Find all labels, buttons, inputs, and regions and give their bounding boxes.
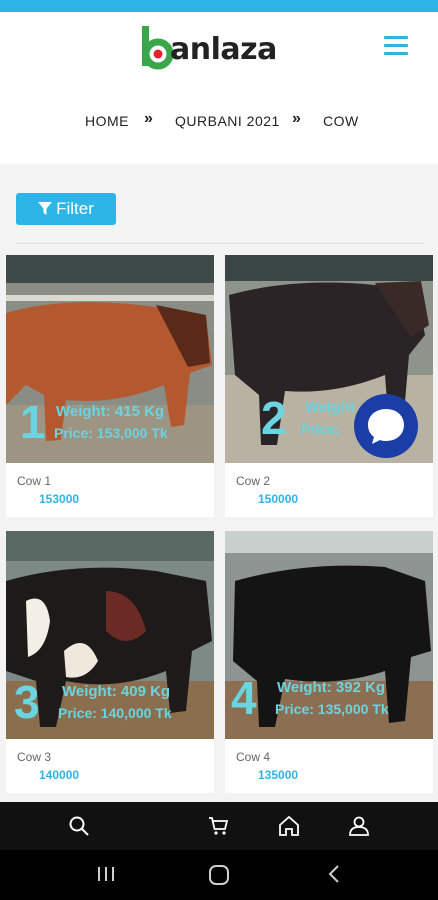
top-accent-bar <box>0 0 438 12</box>
overlay-weight: Weight: 392 Kg <box>277 679 386 696</box>
product-name[interactable]: Cow 2 <box>236 474 270 488</box>
breadcrumb-qurbani[interactable]: QURBANI 2021 <box>175 113 280 129</box>
overlay-weight: Weight: 415 Kg <box>56 403 165 420</box>
logo-text: anlaza <box>170 32 277 67</box>
recent-apps-icon[interactable] <box>96 864 116 884</box>
site-header: anlaza <box>0 12 438 80</box>
bottom-navigation <box>0 802 438 850</box>
chat-button[interactable] <box>354 394 418 458</box>
filter-label: Filter <box>56 199 94 218</box>
overlay-price: Price: <box>301 421 340 437</box>
breadcrumb-home[interactable]: HOME <box>85 113 129 129</box>
cow-photo[interactable]: 3 Weight: 409 Kg Price: 140,000 Tk <box>6 531 214 739</box>
cow-photo[interactable]: 4 Weight: 392 Kg Price: 135,000 Tk <box>225 531 433 739</box>
double-chevron-right-icon: » <box>144 110 153 127</box>
home-circle-icon[interactable] <box>208 864 230 886</box>
system-navigation-bar <box>0 850 438 900</box>
product-card-cow-4[interactable]: 4 Weight: 392 Kg Price: 135,000 Tk Cow 4… <box>225 531 433 793</box>
product-price: 150000 <box>258 492 299 506</box>
overlay-number: 4 <box>231 672 257 724</box>
overlay-number: 2 <box>261 392 287 444</box>
banlaza-logo[interactable]: anlaza <box>140 26 280 70</box>
home-icon[interactable] <box>277 814 301 838</box>
search-icon[interactable] <box>67 814 91 838</box>
overlay-weight: Weight: 409 Kg <box>62 683 171 700</box>
chat-bubble-icon <box>368 409 404 444</box>
product-price: 135000 <box>258 768 299 782</box>
overlay-price: Price: 135,000 Tk <box>275 701 389 717</box>
product-listing: Filter 1 Weight: 415 Kg Price: 153,000 T… <box>0 164 438 802</box>
filter-funnel-icon <box>38 202 53 215</box>
product-card-cow-1[interactable]: 1 Weight: 415 Kg Price: 153,000 Tk Cow 1… <box>6 255 214 517</box>
breadcrumb-cow: COW <box>323 113 359 129</box>
overlay-weight: Weight <box>305 399 355 416</box>
overlay-price: Price: 153,000 Tk <box>54 425 168 441</box>
product-name[interactable]: Cow 3 <box>17 750 51 764</box>
overlay-number: 3 <box>14 676 40 728</box>
cart-icon[interactable] <box>207 814 231 838</box>
back-icon[interactable] <box>326 864 342 884</box>
overlay-number: 1 <box>20 396 46 448</box>
product-name[interactable]: Cow 1 <box>17 474 51 488</box>
cow-photo[interactable]: 1 Weight: 415 Kg Price: 153,000 Tk <box>6 255 214 463</box>
double-chevron-right-icon: » <box>292 110 301 127</box>
filter-button[interactable]: Filter <box>16 193 116 225</box>
overlay-price: Price: 140,000 Tk <box>58 705 172 721</box>
breadcrumb: HOME » QURBANI 2021 » COW <box>0 80 438 164</box>
product-price: 153000 <box>39 492 80 506</box>
divider <box>16 243 424 244</box>
product-price: 140000 <box>39 768 80 782</box>
product-card-cow-3[interactable]: 3 Weight: 409 Kg Price: 140,000 Tk Cow 3… <box>6 531 214 793</box>
product-name[interactable]: Cow 4 <box>236 750 270 764</box>
hamburger-menu-icon[interactable] <box>384 36 408 56</box>
product-card-cow-2[interactable]: 2 Weight Price: Cow 2 150000 <box>225 255 433 517</box>
user-icon[interactable] <box>347 814 371 838</box>
